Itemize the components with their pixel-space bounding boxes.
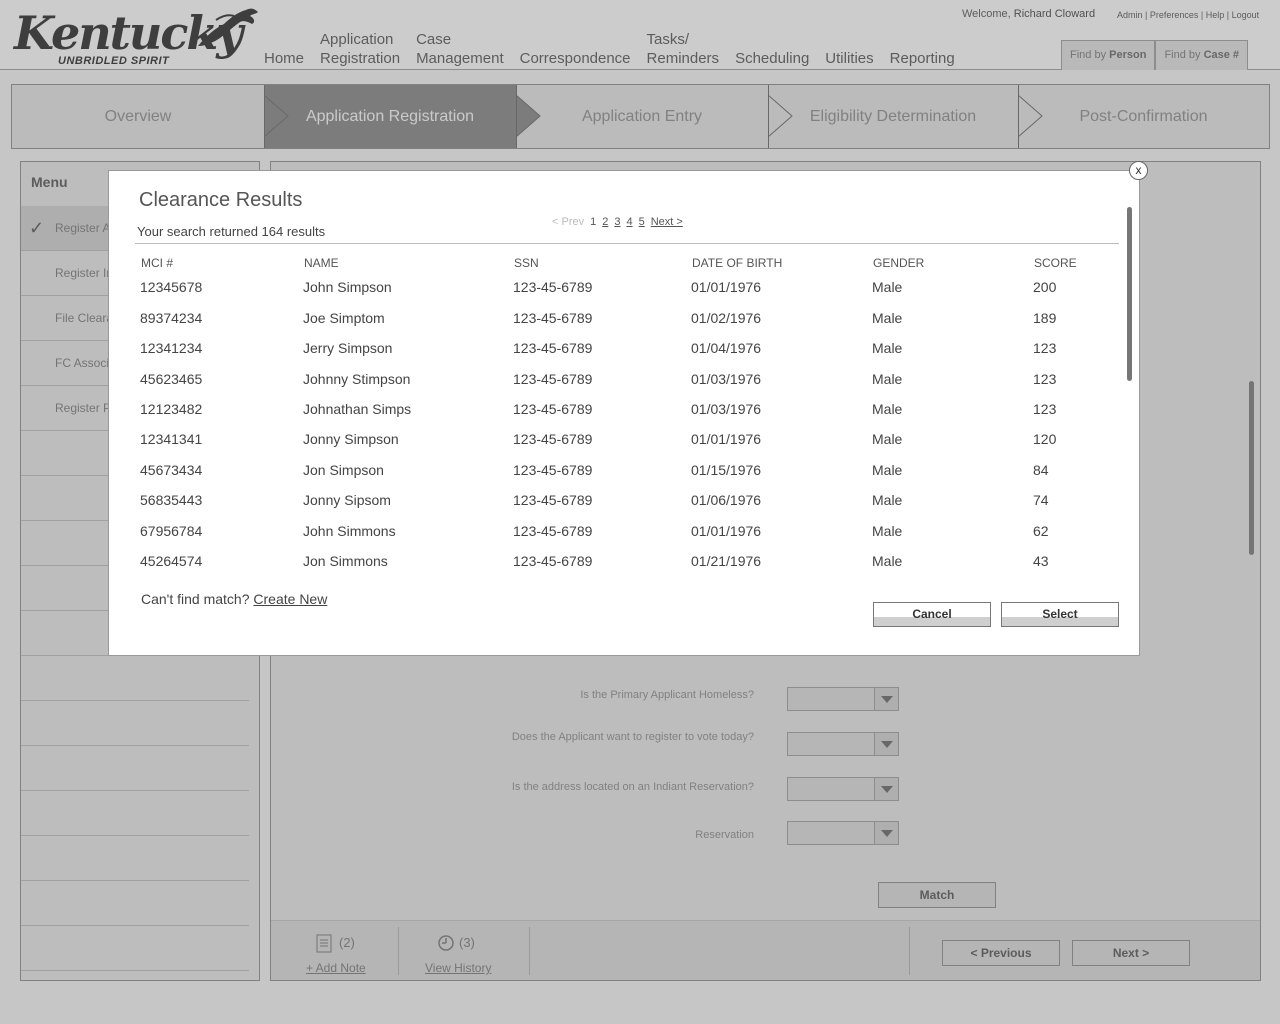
table-cell: 45673434 [140, 462, 203, 478]
table-cell: 67956784 [140, 523, 203, 539]
table-cell: 01/01/1976 [691, 279, 762, 295]
table-cell: Johnathan Simps [303, 401, 412, 417]
table-row[interactable]: 67956784 John Simmons 123-45-6789 01/01/197… [109, 523, 1069, 553]
page-3-link[interactable]: 3 [614, 216, 620, 228]
table-cell: 89374234 [140, 310, 203, 326]
table-cell: 01/03/1976 [691, 371, 762, 387]
table-cell: 123-45-6789 [513, 462, 593, 478]
table-row[interactable]: 45623465 Johnny Stimpson 123-45-6789 01/03/… [109, 371, 1069, 401]
pagination: < Prev 1 2 3 4 5 Next > [552, 216, 689, 228]
column-header: GENDER [873, 256, 925, 270]
table-cell: 123-45-6789 [513, 340, 593, 356]
table-cell: 45264574 [140, 553, 203, 569]
column-header: DATE OF BIRTH [692, 256, 783, 270]
table-cell: 01/15/1976 [691, 462, 762, 478]
table-cell: 123-45-6789 [513, 553, 593, 569]
table-cell: 01/03/1976 [691, 401, 762, 417]
cancel-button[interactable]: Cancel [873, 602, 991, 627]
table-cell: 56835443 [140, 492, 203, 508]
table-row[interactable]: 12345678 John Simpson 123-45-6789 01/01/197… [109, 279, 1069, 309]
cant-find-text: Can't find match? Create New [141, 591, 327, 607]
page-1-link[interactable]: 1 [590, 216, 596, 228]
table-cell: 01/01/1976 [691, 523, 762, 539]
table-row[interactable]: 56835443 Jonny Sipsom 123-45-6789 01/06/197… [109, 492, 1069, 522]
table-cell: Male [872, 462, 903, 478]
table-cell: Male [872, 492, 903, 508]
table-cell: 123 [1033, 371, 1057, 387]
table-cell: 12123482 [140, 401, 203, 417]
table-cell: Male [872, 523, 903, 539]
table-cell: John Simmons [303, 523, 396, 539]
table-cell: 189 [1033, 310, 1057, 326]
table-cell: 01/21/1976 [691, 553, 762, 569]
table-cell: Male [872, 401, 903, 417]
clearance-results-dialog: Clearance Results < Prev 1 2 3 4 5 Next > Your… [108, 170, 1140, 656]
table-cell: Jon Simpson [303, 462, 384, 478]
table-cell: 123-45-6789 [513, 401, 593, 417]
table-cell: 01/02/1976 [691, 310, 762, 326]
column-header: SSN [514, 256, 539, 270]
table-cell: 12345678 [140, 279, 203, 295]
table-row[interactable]: 89374234 Joe Simptom 123-45-6789 01/02/1976… [109, 310, 1069, 340]
table-cell: Jerry Simpson [303, 340, 393, 356]
column-header: SCORE [1034, 256, 1077, 270]
table-cell: 123-45-6789 [513, 279, 593, 295]
table-cell: 200 [1033, 279, 1057, 295]
table-cell: Jonny Sipsom [303, 492, 391, 508]
create-new-link[interactable]: Create New [253, 591, 327, 607]
table-cell: Johnny Stimpson [303, 371, 411, 387]
cant-find-label: Can't find match? [141, 591, 250, 607]
table-cell: Male [872, 431, 903, 447]
column-header: MCI # [141, 256, 174, 270]
table-cell: 45623465 [140, 371, 203, 387]
table-cell: 74 [1033, 492, 1049, 508]
table-cell: 123-45-6789 [513, 431, 593, 447]
header-divider [135, 243, 1119, 244]
table-cell: John Simpson [303, 279, 392, 295]
table-cell: 120 [1033, 431, 1057, 447]
page-2-link[interactable]: 2 [602, 216, 608, 228]
dialog-title: Clearance Results [139, 189, 303, 211]
results-scrollbar[interactable] [1127, 207, 1132, 381]
table-cell: 62 [1033, 523, 1049, 539]
table-cell: 12341341 [140, 431, 203, 447]
page-5-link[interactable]: 5 [639, 216, 645, 228]
table-cell: Male [872, 310, 903, 326]
table-cell: 01/04/1976 [691, 340, 762, 356]
table-cell: Jon Simmons [303, 553, 388, 569]
table-row[interactable]: 12341234 Jerry Simpson 123-45-6789 01/04/19… [109, 340, 1069, 370]
table-cell: 84 [1033, 462, 1049, 478]
result-count: Your search returned 164 results [137, 224, 326, 239]
table-cell: 123-45-6789 [513, 492, 593, 508]
next-page-link[interactable]: Next > [651, 216, 683, 228]
table-cell: 123 [1033, 340, 1057, 356]
table-cell: 123 [1033, 401, 1057, 417]
table-row[interactable]: 45673434 Jon Simpson 123-45-6789 01/15/1976… [109, 462, 1069, 492]
table-cell: Male [872, 553, 903, 569]
table-cell: Joe Simptom [303, 310, 385, 326]
table-cell: Male [872, 279, 903, 295]
table-cell: 01/01/1976 [691, 431, 762, 447]
table-cell: 123-45-6789 [513, 371, 593, 387]
table-cell: 123-45-6789 [513, 310, 593, 326]
table-row[interactable]: 12123482 Johnathan Simps 123-45-6789 01/03/… [109, 401, 1069, 431]
table-cell: Jonny Simpson [303, 431, 399, 447]
column-header: NAME [304, 256, 339, 270]
select-button[interactable]: Select [1001, 602, 1119, 627]
table-cell: Male [872, 371, 903, 387]
close-icon[interactable]: x [1129, 161, 1148, 180]
prev-page-link: < Prev [552, 216, 585, 228]
table-row[interactable]: 45264574 Jon Simmons 123-45-6789 01/21/1976… [109, 553, 1069, 583]
table-cell: Male [872, 340, 903, 356]
table-row[interactable]: 12341341 Jonny Simpson 123-45-6789 01/01/19… [109, 431, 1069, 461]
page-4-link[interactable]: 4 [626, 216, 632, 228]
table-cell: 123-45-6789 [513, 523, 593, 539]
table-cell: 43 [1033, 553, 1049, 569]
table-cell: 12341234 [140, 340, 203, 356]
table-cell: 01/06/1976 [691, 492, 762, 508]
